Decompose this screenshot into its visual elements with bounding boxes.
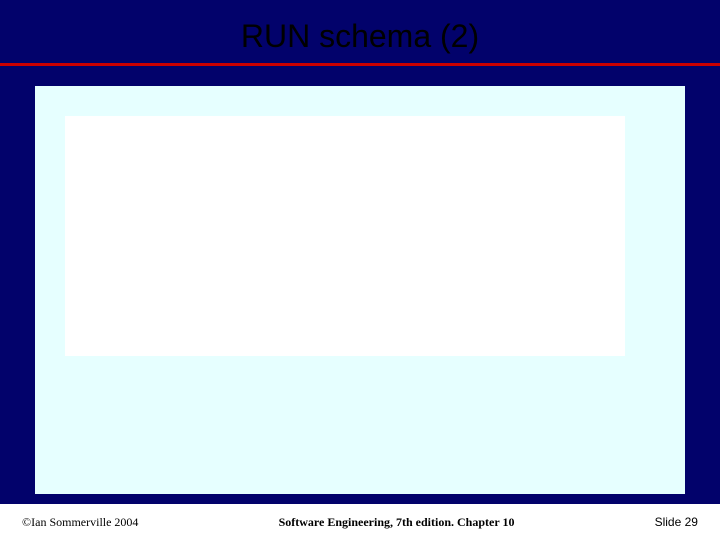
slide-title: RUN schema (2)	[0, 18, 720, 55]
footer-book-title: Software Engineering, 7th edition. Chapt…	[279, 515, 515, 530]
footer-slide-number: Slide 29	[655, 515, 698, 529]
footer-copyright: ©Ian Sommerville 2004	[22, 515, 138, 530]
slide-footer: ©Ian Sommerville 2004 Software Engineeri…	[0, 504, 720, 540]
content-frame	[35, 86, 685, 494]
content-area	[0, 66, 720, 504]
title-area: RUN schema (2)	[0, 0, 720, 55]
inner-box	[65, 116, 625, 356]
